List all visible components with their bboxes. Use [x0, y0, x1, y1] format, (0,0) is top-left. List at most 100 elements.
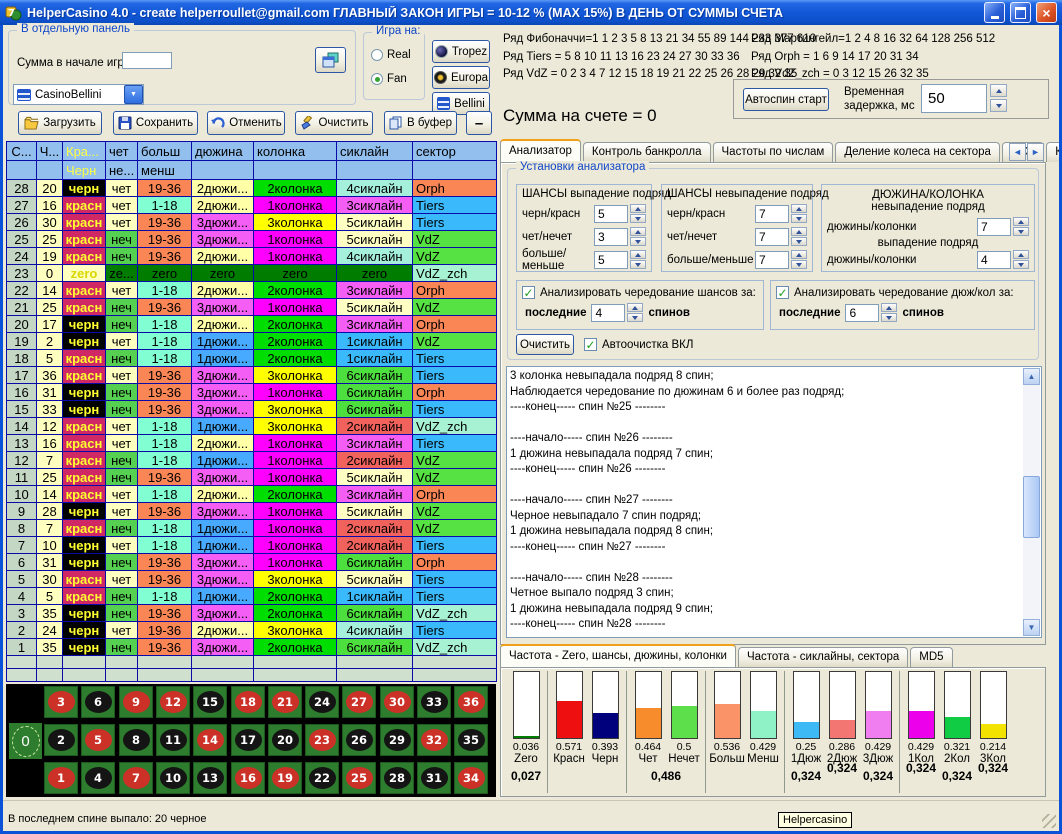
spin-up-button[interactable] — [791, 250, 807, 259]
board-number-34[interactable]: 34 — [454, 762, 488, 794]
scroll-up-button[interactable]: ▲ — [1023, 368, 1040, 385]
toolbar-button-4[interactable]: В буфер — [384, 111, 457, 135]
tab-analyzer-1[interactable]: Контроль банкролла — [583, 142, 711, 162]
spin-up-button[interactable] — [630, 204, 646, 213]
spin-down-button[interactable] — [791, 260, 807, 269]
alternate-dozens-checkbox[interactable]: ✓ — [776, 286, 789, 299]
delay-spin-down-button[interactable] — [990, 99, 1007, 112]
spin-down-button[interactable] — [630, 260, 646, 269]
chances-spins-value[interactable]: 4 — [591, 304, 625, 322]
spin-up-button[interactable] — [791, 204, 807, 213]
board-number-18[interactable]: 18 — [231, 686, 265, 718]
dozens-spins-value[interactable]: 6 — [845, 304, 879, 322]
board-number-14[interactable]: 14 — [193, 724, 227, 756]
tab-analyzer-0[interactable]: Анализатор — [500, 139, 581, 162]
collapse-button[interactable]: – — [466, 111, 492, 135]
combobox-dropdown-icon[interactable]: ▼ — [124, 85, 143, 104]
close-button[interactable]: × — [1036, 2, 1057, 23]
start-sum-input[interactable] — [122, 52, 172, 69]
spin-down-button[interactable] — [630, 237, 646, 246]
toolbar-button-2[interactable]: Отменить — [207, 111, 285, 135]
board-number-15[interactable]: 15 — [193, 686, 227, 718]
setting-spinner-2-value[interactable]: 5 — [594, 251, 628, 269]
board-number-12[interactable]: 12 — [156, 686, 190, 718]
board-number-23[interactable]: 23 — [305, 724, 339, 756]
tab-frequency-1[interactable]: Частота - сиклайны, сектора — [738, 647, 908, 667]
board-number-3[interactable]: 3 — [44, 686, 78, 718]
board-number-6[interactable]: 6 — [81, 686, 115, 718]
board-number-11[interactable]: 11 — [156, 724, 190, 756]
spin-down-button[interactable] — [1013, 227, 1029, 236]
spin-down-button[interactable] — [1013, 260, 1029, 269]
log-scrollbar[interactable]: ▲ ▼ — [1023, 368, 1040, 636]
clear-log-button[interactable]: Очистить — [516, 334, 574, 355]
board-number-35[interactable]: 35 — [454, 724, 488, 756]
board-number-2[interactable]: 2 — [44, 724, 78, 756]
dozen-miss-value[interactable]: 7 — [977, 218, 1011, 236]
spin-down-button[interactable] — [881, 313, 897, 322]
board-number-5[interactable]: 5 — [81, 724, 115, 756]
board-number-7[interactable]: 7 — [119, 762, 153, 794]
spin-down-button[interactable] — [630, 214, 646, 223]
spin-up-button[interactable] — [1013, 217, 1029, 226]
board-number-31[interactable]: 31 — [417, 762, 451, 794]
board-number-19[interactable]: 19 — [268, 762, 302, 794]
casino-button-tropez[interactable]: Tropez — [432, 40, 490, 63]
spin-up-button[interactable] — [1013, 250, 1029, 259]
board-number-30[interactable]: 30 — [380, 686, 414, 718]
board-number-28[interactable]: 28 — [380, 762, 414, 794]
board-number-24[interactable]: 24 — [305, 686, 339, 718]
analysis-log[interactable]: 3 колонка невыпадала подряд 8 спин; Набл… — [506, 366, 1042, 638]
resize-grip[interactable] — [1042, 814, 1056, 828]
board-number-26[interactable]: 26 — [342, 724, 376, 756]
tab-analyzer-3[interactable]: Деление колеса на сектора — [835, 142, 1000, 162]
casino-button-europa[interactable]: Europa — [432, 66, 490, 89]
minimize-button[interactable] — [984, 2, 1005, 23]
board-number-13[interactable]: 13 — [193, 762, 227, 794]
tab-scroll-left-button[interactable]: ◄ — [1009, 143, 1026, 161]
alternate-chances-checkbox[interactable]: ✓ — [522, 286, 535, 299]
board-number-10[interactable]: 10 — [156, 762, 190, 794]
tab-scroll-right-button[interactable]: ► — [1027, 143, 1044, 161]
toolbar-button-3[interactable]: Очистить — [295, 111, 373, 135]
board-number-22[interactable]: 22 — [305, 762, 339, 794]
board-number-16[interactable]: 16 — [231, 762, 265, 794]
board-number-29[interactable]: 29 — [380, 724, 414, 756]
board-number-20[interactable]: 20 — [268, 724, 302, 756]
toolbar-button-0[interactable]: Загрузить — [18, 111, 102, 135]
delay-input[interactable]: 50 — [921, 84, 987, 113]
spin-up-button[interactable] — [630, 227, 646, 236]
setting-spinner-1-value[interactable]: 7 — [755, 228, 789, 246]
autoclear-checkbox[interactable]: ✓ — [584, 338, 597, 351]
board-number-8[interactable]: 8 — [119, 724, 153, 756]
casino-combobox[interactable]: CasinoBellini ▼ — [13, 84, 144, 105]
spin-up-button[interactable] — [881, 303, 897, 312]
tab-frequency-2[interactable]: MD5 — [910, 647, 952, 667]
board-number-0[interactable]: 0 — [9, 723, 42, 759]
spin-down-button[interactable] — [791, 237, 807, 246]
board-number-21[interactable]: 21 — [268, 686, 302, 718]
detach-panel-button[interactable] — [315, 47, 346, 73]
radio-real[interactable]: Real — [371, 49, 411, 61]
radio-fan[interactable]: Fan — [371, 73, 407, 85]
board-number-1[interactable]: 1 — [44, 762, 78, 794]
board-number-17[interactable]: 17 — [231, 724, 265, 756]
spin-up-button[interactable] — [630, 250, 646, 259]
tab-frequency-0[interactable]: Частота - Zero, шансы, дюжины, колонки — [500, 644, 736, 667]
spin-down-button[interactable] — [627, 313, 643, 322]
maximize-button[interactable] — [1010, 2, 1031, 23]
autospin-start-button[interactable]: Автоспин старт — [743, 88, 829, 111]
setting-spinner-0-value[interactable]: 5 — [594, 205, 628, 223]
setting-spinner-1-value[interactable]: 3 — [594, 228, 628, 246]
spin-up-button[interactable] — [627, 303, 643, 312]
board-number-36[interactable]: 36 — [454, 686, 488, 718]
scrollbar-thumb[interactable] — [1023, 476, 1040, 538]
spin-down-button[interactable] — [791, 214, 807, 223]
tab-analyzer-2[interactable]: Частоты по числам — [713, 142, 834, 162]
setting-spinner-0-value[interactable]: 7 — [755, 205, 789, 223]
board-number-27[interactable]: 27 — [342, 686, 376, 718]
board-number-25[interactable]: 25 — [342, 762, 376, 794]
setting-spinner-2-value[interactable]: 7 — [755, 251, 789, 269]
scroll-down-button[interactable]: ▼ — [1023, 619, 1040, 636]
board-number-9[interactable]: 9 — [119, 686, 153, 718]
